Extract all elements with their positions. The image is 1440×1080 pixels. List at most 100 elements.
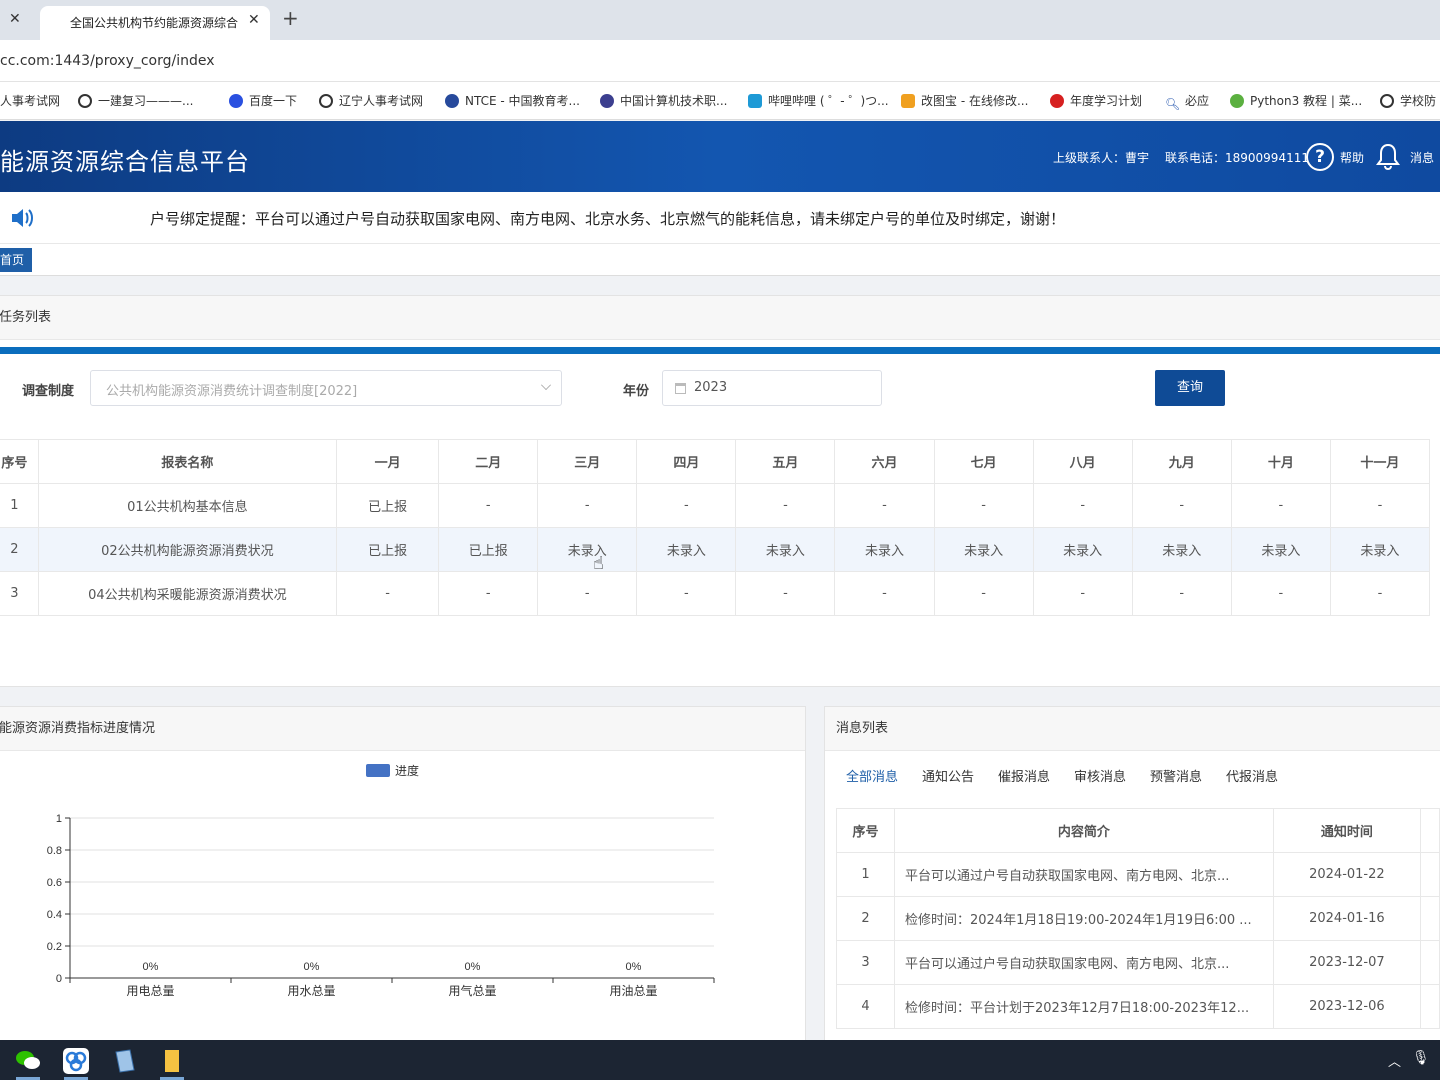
message-label[interactable]: 消息 xyxy=(1410,149,1434,166)
tab-notices[interactable]: 通知公告 xyxy=(922,766,974,785)
close-icon[interactable]: ✕ xyxy=(9,11,21,27)
table-cell[interactable]: 已上报 xyxy=(336,527,440,572)
survey-select[interactable]: 公共机构能源资源消费统计调查制度[2022] xyxy=(90,370,562,406)
bookmark[interactable]: 人事考试网 xyxy=(0,92,60,110)
table-row[interactable]: 1 01公共机构基本信息 已上报 - - - - - - - - - - xyxy=(0,483,1431,528)
table-row[interactable]: 2 02公共机构能源资源消费状况 已上报 已上报 未录入 未录入 未录入 未录入 未录入 未录入未… xyxy=(0,527,1431,572)
data-label: 0% xyxy=(465,961,481,973)
table-cell: - xyxy=(1329,571,1431,616)
table-cell[interactable]: 已上报 xyxy=(336,483,440,528)
table-cell: - xyxy=(438,483,539,528)
bookmark[interactable]: 哔哩哔哩 ( ゜- ゜)つ... xyxy=(748,92,889,110)
column-header: 八月 xyxy=(1032,439,1133,484)
address-bar[interactable]: cc.com:1443/proxy_corg/index xyxy=(0,40,1440,82)
search-icon: 🔍︎ xyxy=(1165,97,1181,111)
table-cell[interactable]: 未录入 xyxy=(636,527,737,572)
table-cell: 02公共机构能源资源消费状况 xyxy=(37,527,338,572)
divider xyxy=(0,347,1440,354)
y-tick-label: 1 xyxy=(56,813,62,825)
tab-close-icon[interactable]: ✕ xyxy=(248,12,260,28)
table-cell: - xyxy=(1032,571,1133,616)
y-tick-label: 0.2 xyxy=(47,941,62,953)
message-table: 序号 内容简介 通知时间 1 平台可以通过户号自动获取国家电网、南方电网、北京... 2… xyxy=(835,808,1440,1029)
column-header: 四月 xyxy=(636,439,737,484)
column-header: 二月 xyxy=(438,439,539,484)
x-tick-label: 用电总量 xyxy=(126,984,174,998)
bookmark[interactable]: 学校防 xyxy=(1380,92,1436,110)
table-cell[interactable]: 未录入 xyxy=(1032,527,1133,572)
bookmark[interactable]: 一建复习———... xyxy=(78,92,193,110)
bell-icon[interactable] xyxy=(1376,143,1400,171)
table-cell xyxy=(1420,984,1440,1029)
tab-proxy-report[interactable]: 代报消息 xyxy=(1226,766,1278,785)
column-header: 序号 xyxy=(835,808,896,853)
table-cell[interactable]: 未录入 xyxy=(735,527,836,572)
column-header: 三月 xyxy=(537,439,638,484)
bookmark[interactable]: NTCE - 中国教育考... xyxy=(445,92,580,110)
y-tick-label: 0.6 xyxy=(47,877,62,889)
new-tab-icon[interactable]: + xyxy=(282,8,299,28)
data-label: 0% xyxy=(626,961,642,973)
notepad-icon[interactable] xyxy=(104,1044,144,1080)
browser-tab[interactable]: 全国公共机构节约能源资源综合 ✕ xyxy=(40,6,270,40)
table-cell: 检修时间：2024年1月18日19:00-2024年1月19日6:00 ... xyxy=(894,896,1274,941)
y-tick-label: 0.4 xyxy=(47,909,62,921)
bookmark[interactable]: 🔍︎ 必应 xyxy=(1165,92,1209,111)
bookmark[interactable]: 改图宝 - 在线修改... xyxy=(901,92,1028,110)
calendar-icon xyxy=(675,383,686,394)
table-cell[interactable]: 未录入 xyxy=(537,527,638,572)
panel-title-text: 任务列表 xyxy=(0,310,52,325)
bookmark[interactable]: Python3 教程 | 菜... xyxy=(1230,92,1362,110)
chevron-up-icon[interactable]: ︿ xyxy=(1388,1051,1401,1070)
tab-warnings[interactable]: 预警消息 xyxy=(1150,766,1202,785)
table-cell[interactable]: 未录入 xyxy=(834,527,935,572)
x-tick-label: 用气总量 xyxy=(448,983,496,998)
table-cell[interactable]: 已上报 xyxy=(438,527,539,572)
microphone-icon[interactable]: 🎙︎ xyxy=(1412,1050,1430,1066)
file-explorer-icon[interactable] xyxy=(152,1044,192,1080)
breadcrumb: 首页 xyxy=(0,244,1440,276)
bookmark[interactable]: 辽宁人事考试网 xyxy=(319,92,423,110)
table-cell: - xyxy=(1230,571,1331,616)
table-cell: - xyxy=(1230,483,1331,528)
tab-review[interactable]: 审核消息 xyxy=(1074,766,1126,785)
table-cell[interactable]: 未录入 xyxy=(1131,527,1232,572)
year-picker[interactable]: 2023 xyxy=(662,370,882,406)
notice-bar: 户号绑定提醒：平台可以通过户号自动获取国家电网、南方电网、北京水务、北京燃气的能… xyxy=(0,192,1440,244)
column-header: 五月 xyxy=(735,439,836,484)
bookmark[interactable]: 中国计算机技术职... xyxy=(600,92,727,110)
globe-icon xyxy=(319,94,333,108)
table-cell[interactable]: 未录入 xyxy=(1230,527,1331,572)
table-cell: - xyxy=(1032,483,1133,528)
globe-icon xyxy=(1380,94,1394,108)
column-header: 九月 xyxy=(1131,439,1232,484)
chevron-down-icon xyxy=(541,380,551,390)
table-row[interactable]: 3 04公共机构采暖能源资源消费状况 - - - - - - - - - - - xyxy=(0,571,1431,616)
table-cell[interactable]: 未录入 xyxy=(933,527,1034,572)
table-row[interactable]: 3 平台可以通过户号自动获取国家电网、南方电网、北京... 2023-12-07 xyxy=(835,940,1440,985)
table-cell: 平台可以通过户号自动获取国家电网、南方电网、北京... xyxy=(894,852,1274,897)
task-panel-title: 任务列表 xyxy=(0,296,1440,340)
column-header: 报表名称 xyxy=(37,439,338,484)
breadcrumb-home[interactable]: 首页 xyxy=(0,248,33,272)
table-row[interactable]: 1 平台可以通过户号自动获取国家电网、南方电网、北京... 2024-01-22 xyxy=(835,852,1440,897)
tab-all-messages[interactable]: 全部消息 xyxy=(846,766,898,785)
help-label[interactable]: 帮助 xyxy=(1340,149,1364,166)
contact-phone: 联系电话：18900994111 xyxy=(1165,151,1309,165)
table-cell[interactable]: 未录入 xyxy=(1329,527,1431,572)
table-row[interactable]: 4 检修时间：平台计划于2023年12月7日18:00-2023年12... 202… xyxy=(835,984,1440,1029)
query-button[interactable]: 查询 xyxy=(1155,370,1225,406)
wechat-icon[interactable] xyxy=(8,1044,48,1080)
column-header: 内容简介 xyxy=(894,808,1274,853)
table-cell: 4 xyxy=(835,984,896,1029)
table-cell: - xyxy=(834,571,935,616)
table-row[interactable]: 2 检修时间：2024年1月18日19:00-2024年1月19日6:00 ...… xyxy=(835,896,1440,941)
url-text[interactable]: cc.com:1443/proxy_corg/index xyxy=(0,53,215,69)
legend-label: 进度 xyxy=(395,764,420,778)
help-icon[interactable]: ? xyxy=(1306,143,1334,171)
column-header: 六月 xyxy=(834,439,935,484)
bookmark[interactable]: 百度一下 xyxy=(229,92,297,110)
bookmark[interactable]: 年度学习计划 xyxy=(1050,92,1142,110)
tab-reminders[interactable]: 催报消息 xyxy=(998,766,1050,785)
browser-app-icon[interactable] xyxy=(56,1044,96,1080)
